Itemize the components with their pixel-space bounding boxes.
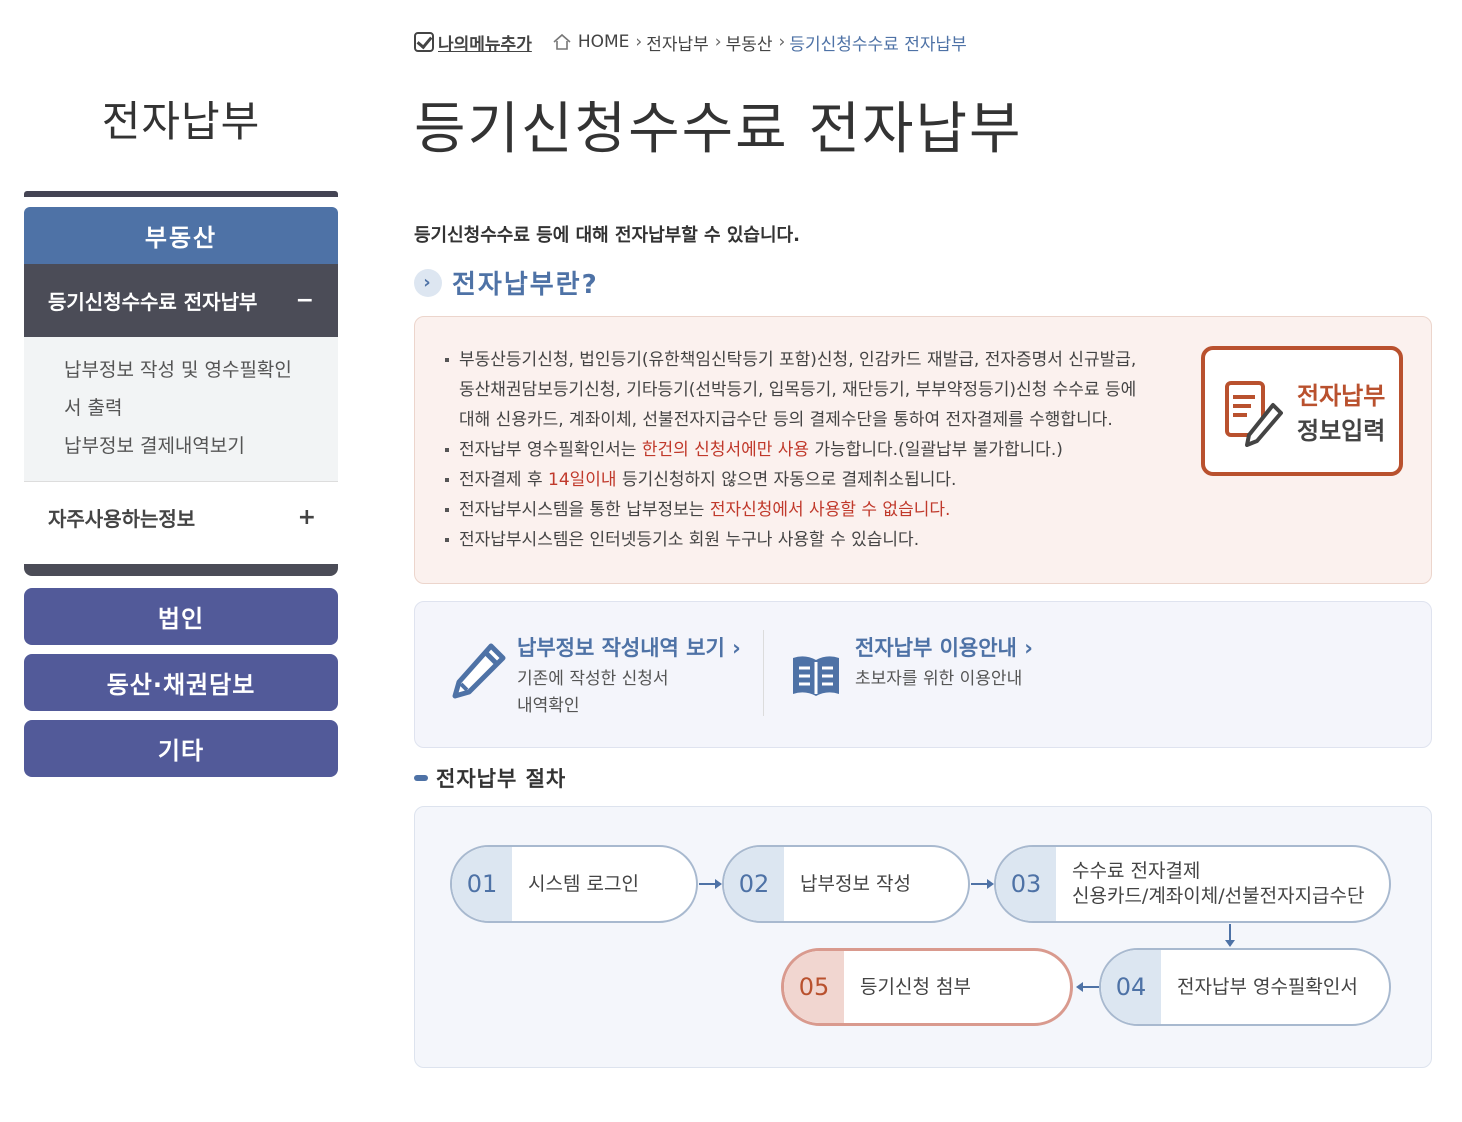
- payment-info-input-button[interactable]: 전자납부 정보입력: [1201, 346, 1403, 476]
- home-icon: [553, 33, 571, 50]
- notice-highlight: 전자신청에서 사용할 수 없습니다.: [709, 500, 951, 520]
- checkbox-icon: [414, 32, 434, 52]
- sidebar-title: 전자납부: [101, 97, 261, 146]
- step-label: 시스템 로그인: [528, 872, 639, 895]
- procedure-step-1: 01 시스템 로그인: [450, 845, 698, 923]
- divider: [763, 630, 764, 716]
- notice-item: 전자결제 후 14일이내 등기신청하지 않으면 자동으로 결제취소됩니다.: [443, 465, 1175, 495]
- notice-text: 전자납부 영수필확인서는: [459, 440, 642, 460]
- sidebar-category-movable[interactable]: 동산·채권담보: [24, 654, 338, 711]
- notice-item: 전자납부시스템을 통한 납부정보는 전자신청에서 사용할 수 없습니다.: [443, 495, 1175, 525]
- sidebar-category-real-estate[interactable]: 부동산: [24, 207, 338, 264]
- arrow-right-icon: [971, 879, 994, 889]
- step-sublabel: 신용카드/계좌이체/선불전자지급수단: [1072, 885, 1365, 907]
- section-title: 전자납부란?: [452, 270, 599, 300]
- notice-text: 전자납부시스템은 인터넷등기소 회원 누구나 사용할 수 있습니다.: [459, 530, 920, 550]
- notice-box: 부동산등기신청, 법인등기(유한책임신탁등기 포함)신청, 인감카드 재발급, …: [414, 316, 1432, 584]
- procedure-step-4: 04 전자납부 영수필확인서: [1099, 948, 1391, 1026]
- step-label: 등기신청 첨부: [860, 975, 971, 998]
- sidebar-sub-link-history[interactable]: 납부정보 결제내역보기: [64, 427, 316, 465]
- add-my-menu-label: 나의메뉴추가: [438, 34, 532, 55]
- arrow-right-icon: [699, 879, 722, 889]
- step-number: 05: [784, 951, 844, 1023]
- notice-item: 전자납부시스템은 인터넷등기소 회원 누구나 사용할 수 있습니다.: [443, 525, 1175, 555]
- collapse-icon[interactable]: −: [296, 288, 314, 313]
- dash-icon: [414, 775, 428, 781]
- page-title: 등기신청수수료 전자납부: [414, 97, 1023, 162]
- sidebar-sub-link-write-cont[interactable]: 서 출력: [64, 389, 316, 427]
- chevron-right-icon: ›: [635, 32, 643, 52]
- top-navigation: 나의메뉴추가 HOME › 전자납부 › 부동산 › 등기신청수수료 전자납부: [414, 28, 973, 56]
- notice-line: 대해 신용카드, 계좌이체, 선불전자지급수단 등의 결제수단을 통하여 전자결…: [459, 410, 1113, 430]
- notice-text: 등기신청하지 않으면 자동으로 결제취소됩니다.: [616, 470, 957, 490]
- usage-guide-link[interactable]: 전자납부 이용안내 › 초보자를 위한 이용안내: [789, 632, 1033, 700]
- sidebar-sub-link-write[interactable]: 납부정보 작성 및 영수필확인: [64, 351, 316, 389]
- link-desc: 기존에 작성한 신청서: [517, 669, 669, 689]
- chevron-right-icon: ›: [1024, 636, 1033, 660]
- intro-text: 등기신청수수료 등에 대해 전자납부할 수 있습니다.: [414, 225, 800, 246]
- breadcrumb-home[interactable]: HOME: [578, 32, 630, 52]
- payment-history-link[interactable]: 납부정보 작성내역 보기 › 기존에 작성한 신청서내역확인: [451, 632, 741, 720]
- add-my-menu-button[interactable]: 나의메뉴추가: [414, 30, 532, 55]
- notice-line: 부동산등기신청, 법인등기(유한책임신탁등기 포함)신청, 인감카드 재발급, …: [459, 350, 1137, 370]
- link-desc: 내역확인: [517, 696, 580, 716]
- button-label-line2: 정보입력: [1297, 417, 1386, 445]
- document-pen-icon: [1225, 381, 1283, 447]
- section-heading-about: › 전자납부란?: [414, 264, 599, 301]
- link-title: 납부정보 작성내역 보기: [517, 636, 725, 660]
- sidebar-item-label: 등기신청수수료 전자납부: [48, 290, 258, 314]
- sidebar-top-bar: [24, 191, 338, 197]
- notice-item: 부동산등기신청, 법인등기(유한책임신탁등기 포함)신청, 인감카드 재발급, …: [443, 345, 1175, 435]
- notice-text: 전자납부시스템을 통한 납부정보는: [459, 500, 710, 520]
- sidebar-item-label: 자주사용하는정보: [48, 506, 196, 531]
- breadcrumb-electronic-payment[interactable]: 전자납부: [646, 30, 709, 55]
- notice-text: 전자결제 후: [459, 470, 549, 490]
- step-number: 03: [996, 847, 1056, 921]
- sidebar-sub-list: 납부정보 작성 및 영수필확인 서 출력 납부정보 결제내역보기: [24, 337, 338, 482]
- sidebar-item-fee-payment[interactable]: 등기신청수수료 전자납부 −: [24, 264, 338, 337]
- step-label: 전자납부 영수필확인서: [1177, 975, 1358, 998]
- notice-highlight: 14일이내: [548, 470, 617, 490]
- breadcrumb-real-estate[interactable]: 부동산: [726, 30, 773, 55]
- step-number: 04: [1101, 950, 1161, 1024]
- book-icon: [793, 656, 839, 696]
- chevron-right-icon: ›: [732, 636, 741, 660]
- sidebar-category-corporation[interactable]: 법인: [24, 588, 338, 645]
- step-label: 수수료 전자결제: [1072, 860, 1201, 882]
- section-heading-procedure: 전자납부 절차: [414, 763, 566, 793]
- button-label-line1: 전자납부: [1297, 382, 1386, 410]
- link-desc: 초보자를 위한 이용안내: [855, 669, 1023, 689]
- expand-icon[interactable]: +: [298, 505, 316, 530]
- step-label: 납부정보 작성: [800, 872, 911, 895]
- step-number: 02: [724, 847, 784, 921]
- quick-links-box: 납부정보 작성내역 보기 › 기존에 작성한 신청서내역확인 전자납부 이용안내…: [414, 601, 1432, 748]
- procedure-step-2: 02 납부정보 작성: [722, 845, 970, 923]
- arrow-down-icon: [1225, 924, 1235, 947]
- procedure-step-3: 03 수수료 전자결제신용카드/계좌이체/선불전자지급수단: [994, 845, 1391, 923]
- procedure-step-5: 05 등기신청 첨부: [781, 948, 1073, 1026]
- chevron-right-icon: ›: [714, 32, 722, 52]
- notice-text: 가능합니다.(일괄납부 불가합니다.): [809, 440, 1063, 460]
- notice-line: 동산채권담보등기신청, 기타등기(선박등기, 입목등기, 재단등기, 부부약정등…: [459, 380, 1137, 400]
- pencil-icon: [452, 643, 506, 699]
- chevron-right-icon: ›: [414, 268, 442, 297]
- breadcrumb-current: 등기신청수수료 전자납부: [789, 34, 967, 55]
- chevron-right-icon: ›: [778, 32, 786, 52]
- sidebar-item-frequent-info[interactable]: 자주사용하는정보 +: [24, 482, 338, 552]
- sidebar-bottom-bar: [24, 564, 338, 576]
- link-title: 전자납부 이용안내: [855, 636, 1017, 660]
- step-number: 01: [452, 847, 512, 921]
- breadcrumb: HOME › 전자납부 › 부동산 › 등기신청수수료 전자납부: [552, 30, 973, 55]
- procedure-box: 01 시스템 로그인 02 납부정보 작성 03 수수료 전자결제신용카드/계좌…: [414, 806, 1432, 1068]
- arrow-left-icon: [1076, 982, 1099, 992]
- sidebar-menu: 부동산 등기신청수수료 전자납부 − 납부정보 작성 및 영수필확인 서 출력 …: [24, 207, 338, 552]
- sidebar-category-other[interactable]: 기타: [24, 720, 338, 777]
- notice-item: 전자납부 영수필확인서는 한건의 신청서에만 사용 가능합니다.(일괄납부 불가…: [443, 435, 1175, 465]
- section-title: 전자납부 절차: [436, 767, 567, 791]
- notice-highlight: 한건의 신청서에만 사용: [641, 440, 810, 460]
